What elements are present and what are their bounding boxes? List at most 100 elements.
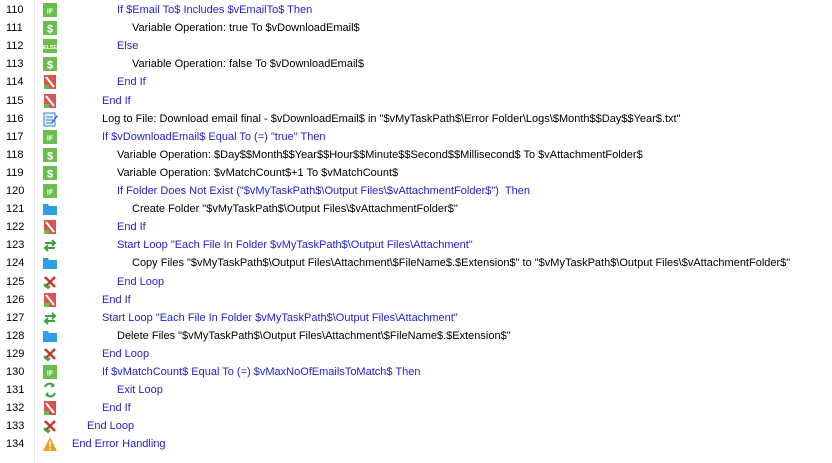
line-number: 125 [6, 275, 25, 288]
end-loop-icon [42, 418, 58, 434]
script-line[interactable]: 134 End Error Handling [0, 435, 832, 453]
line-code-text: If Folder Does Not Exist ("$vMyTaskPath$… [117, 185, 530, 197]
line-number: 111 [6, 22, 23, 35]
end-if-icon [42, 219, 58, 235]
line-code-text: Delete Files "$vMyTaskPath$\Output Files… [117, 329, 511, 342]
svg-text:IF: IF [47, 9, 54, 16]
line-code-text: End Loop [87, 420, 135, 433]
script-line[interactable]: 116 Log to File: Download email final - $… [0, 110, 832, 128]
svg-text:IF: IF [47, 190, 54, 197]
script-line[interactable]: 122 End If [0, 218, 832, 236]
end-loop-icon [42, 274, 58, 290]
line-number: 113 [6, 58, 24, 71]
line-number: 118 [6, 148, 24, 161]
folder-icon [42, 201, 58, 217]
end-loop-icon [42, 346, 58, 362]
line-number: 134 [6, 438, 25, 451]
line-number: 115 [6, 94, 24, 107]
script-line[interactable]: 117 IF If $vDownloadEmail$ Equal To (=) "t… [0, 128, 832, 146]
script-line[interactable]: 119 $ Variable Operation: $vMatchCount$+1 … [0, 164, 832, 182]
script-line[interactable]: 126 End If [0, 291, 832, 309]
end-if-icon [42, 93, 58, 109]
line-number: 131 [6, 384, 25, 397]
loop-icon [42, 237, 58, 253]
if-icon: IF [42, 129, 58, 145]
line-code-text: End If [117, 76, 146, 89]
line-code-text: Copy Files "$vMyTaskPath$\Output Files\A… [132, 257, 791, 270]
line-number: 122 [6, 221, 25, 234]
svg-text:$: $ [47, 24, 53, 36]
svg-text:ELSE: ELSE [43, 45, 58, 51]
line-number: 117 [6, 130, 24, 143]
warning-icon [42, 436, 58, 452]
line-code-text: Exit Loop [117, 384, 163, 397]
line-code-text: End If [102, 94, 131, 107]
exit-loop-icon [42, 382, 58, 398]
line-code-text: Variable Operation: true To $vDownloadEm… [132, 22, 360, 35]
folder-icon [42, 328, 58, 344]
script-line[interactable]: 129 End Loop [0, 345, 832, 363]
svg-text:$: $ [47, 150, 53, 162]
variable-icon: $ [42, 165, 58, 181]
line-number: 116 [6, 112, 24, 125]
loop-icon [42, 310, 58, 326]
variable-icon: $ [42, 147, 58, 163]
line-code-text: Variable Operation: $vMatchCount$+1 To $… [117, 166, 399, 179]
line-code-text: End Loop [102, 347, 150, 360]
line-number: 112 [6, 40, 24, 53]
script-line[interactable]: 123 Start Loop "Each File In Folder $vMyT… [0, 236, 832, 254]
line-number: 132 [6, 402, 25, 415]
if-icon: IF [42, 364, 58, 380]
line-code-text: If $vDownloadEmail$ Equal To (=) "true" … [102, 130, 326, 143]
script-line[interactable]: 130 IF If $vMatchCount$ Equal To (=) $vMax… [0, 363, 832, 381]
line-number: 126 [6, 293, 25, 306]
end-if-icon [42, 74, 58, 90]
script-line[interactable]: 112 ELSE Else [0, 37, 832, 55]
if-icon: IF [42, 183, 58, 199]
line-number: 110 [6, 4, 24, 16]
svg-text:IF: IF [47, 371, 54, 378]
line-number: 120 [6, 185, 25, 197]
script-line[interactable]: 121 Create Folder "$vMyTaskPath$\Output F… [0, 200, 832, 218]
else-icon: ELSE [42, 38, 58, 54]
svg-text:$: $ [47, 168, 53, 180]
script-line[interactable]: 125 End Loop [0, 273, 832, 291]
line-number: 123 [6, 239, 25, 252]
line-code-text: Log to File: Download email final - $vDo… [102, 112, 681, 125]
line-code-text: Variable Operation: $Day$$Month$$Year$$H… [117, 148, 643, 161]
script-line[interactable]: 113 $ Variable Operation: false To $vDownl… [0, 55, 832, 73]
svg-text:$: $ [47, 60, 53, 72]
folder-icon [42, 255, 58, 271]
line-number: 119 [6, 166, 24, 179]
script-line[interactable]: 133 End Loop [0, 417, 832, 435]
line-code-text: Variable Operation: false To $vDownloadE… [132, 58, 364, 71]
script-line[interactable]: 124 Copy Files "$vMyTaskPath$\Output File… [0, 254, 832, 272]
end-if-icon [42, 400, 58, 416]
line-code-text: If $vMatchCount$ Equal To (=) $vMaxNoOfE… [102, 366, 421, 378]
script-line[interactable]: 127 Start Loop "Each File In Folder $vMyT… [0, 309, 832, 327]
line-number: 124 [6, 257, 25, 270]
line-code-text: Else [117, 40, 139, 53]
line-number: 121 [6, 203, 25, 216]
script-line[interactable]: 120 IF If Folder Does Not Exist ("$vMyTask… [0, 182, 832, 200]
script-editor[interactable]: 110 IF If $Email To$ Includes $vEmailTo$ T… [0, 0, 832, 463]
script-line[interactable]: 111 $ Variable Operation: true To $vDownlo… [0, 19, 832, 37]
line-code-text: End Error Handling [72, 438, 166, 451]
script-line[interactable]: 110 IF If $Email To$ Includes $vEmailTo$ T… [0, 1, 832, 19]
script-line[interactable]: 131 Exit Loop [0, 381, 832, 399]
line-code-text: Start Loop "Each File In Folder $vMyTask… [102, 311, 458, 324]
script-line[interactable]: 114 End If [0, 73, 832, 91]
if-icon: IF [42, 2, 58, 18]
script-line[interactable]: 128 Delete Files "$vMyTaskPath$\Output Fi… [0, 327, 832, 345]
script-line[interactable]: 132 End If [0, 399, 832, 417]
script-line[interactable]: 115 End If [0, 92, 832, 110]
line-number: 129 [6, 347, 25, 360]
line-number: 128 [6, 329, 25, 342]
log-file-icon [42, 111, 58, 127]
script-line[interactable]: 118 $ Variable Operation: $Day$$Month$$Yea… [0, 146, 832, 164]
line-code-text: End If [102, 293, 131, 306]
line-code-text: Start Loop "Each File In Folder $vMyTask… [117, 239, 473, 252]
line-code-text: End If [102, 402, 131, 415]
end-if-icon [42, 292, 58, 308]
variable-icon: $ [42, 56, 58, 72]
